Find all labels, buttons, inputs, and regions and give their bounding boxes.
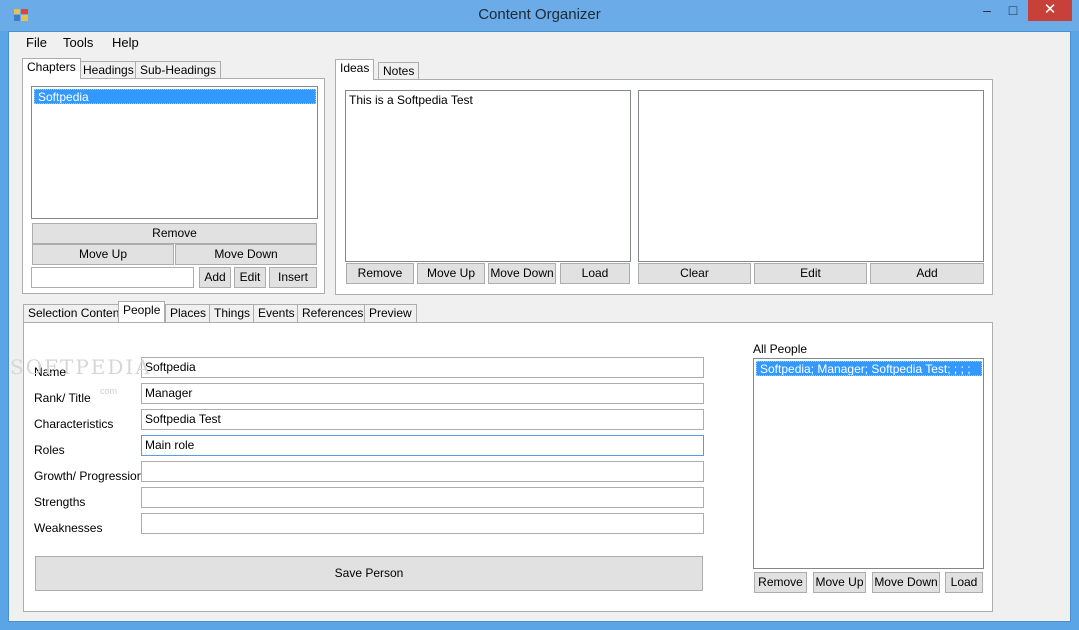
- people-load-button[interactable]: Load: [945, 572, 983, 593]
- tab-ideas[interactable]: Ideas: [335, 59, 375, 80]
- idea-load-button[interactable]: Load: [560, 263, 630, 284]
- maximize-button[interactable]: □: [1000, 0, 1026, 21]
- tab-things[interactable]: Things: [209, 304, 256, 322]
- chapter-move-down-button[interactable]: Move Down: [175, 244, 317, 265]
- characteristics-label: Characteristics: [34, 417, 114, 431]
- all-people-list[interactable]: Softpedia; Manager; Softpedia Test; ; ; …: [753, 358, 984, 569]
- close-button[interactable]: ✕: [1028, 0, 1072, 21]
- menu-bar: File Tools Help: [9, 32, 1072, 54]
- watermark-logo: SOFTPEDIA: [10, 355, 152, 379]
- all-people-heading: All People: [753, 342, 808, 356]
- roles-input[interactable]: Main role: [141, 435, 704, 456]
- idea-clear-button[interactable]: Clear: [638, 263, 751, 284]
- window-title: Content Organizer: [478, 6, 601, 23]
- people-panel: Name Rank/ Title Characteristics Roles G…: [23, 322, 993, 612]
- title-bar[interactable]: Content Organizer – □ ✕: [0, 0, 1079, 31]
- tab-references[interactable]: References: [297, 304, 369, 322]
- ideas-panel: This is a Softpedia Test Remove Move Up …: [335, 79, 993, 295]
- chapter-insert-button[interactable]: Insert: [269, 267, 317, 288]
- list-item[interactable]: Softpedia: [34, 89, 316, 104]
- rank-title-input[interactable]: Manager: [141, 383, 704, 404]
- strengths-input[interactable]: [141, 487, 704, 508]
- characteristics-input[interactable]: Softpedia Test: [141, 409, 704, 430]
- watermark-domain: com: [100, 386, 118, 396]
- list-item[interactable]: Softpedia; Manager; Softpedia Test; ; ; …: [756, 361, 982, 376]
- idea-detail-area[interactable]: [638, 90, 984, 262]
- tab-people[interactable]: People: [118, 301, 166, 322]
- chapter-name-input[interactable]: [31, 267, 194, 288]
- tab-notes[interactable]: Notes: [378, 62, 420, 80]
- people-remove-button[interactable]: Remove: [754, 572, 807, 593]
- ideas-text-area[interactable]: This is a Softpedia Test: [345, 90, 631, 262]
- tab-headings[interactable]: Headings: [78, 61, 139, 79]
- chapter-remove-button[interactable]: Remove: [32, 223, 317, 244]
- idea-remove-button[interactable]: Remove: [346, 263, 414, 284]
- idea-move-down-button[interactable]: Move Down: [488, 263, 556, 284]
- people-move-up-button[interactable]: Move Up: [813, 572, 866, 593]
- save-person-button[interactable]: Save Person: [35, 556, 703, 591]
- menu-tools[interactable]: Tools: [63, 35, 93, 50]
- menu-help[interactable]: Help: [112, 35, 139, 50]
- menu-file[interactable]: File: [26, 35, 47, 50]
- idea-move-up-button[interactable]: Move Up: [417, 263, 485, 284]
- idea-add-button[interactable]: Add: [870, 263, 984, 284]
- chapter-move-up-button[interactable]: Move Up: [32, 244, 174, 265]
- chapters-panel: Softpedia Remove Move Up Move Down Add E…: [22, 78, 325, 294]
- growth-progression-input[interactable]: [141, 461, 704, 482]
- minimize-button[interactable]: –: [974, 0, 1000, 21]
- tab-preview[interactable]: Preview: [364, 304, 417, 322]
- tab-places[interactable]: Places: [165, 304, 212, 322]
- tab-sub-headings[interactable]: Sub-Headings: [135, 61, 222, 79]
- people-move-down-button[interactable]: Move Down: [872, 572, 940, 593]
- weaknesses-label: Weaknesses: [34, 521, 103, 535]
- roles-label: Roles: [34, 443, 65, 457]
- name-input[interactable]: Softpedia: [141, 357, 704, 378]
- rank-title-label: Rank/ Title: [34, 391, 91, 405]
- tab-chapters[interactable]: Chapters: [22, 58, 81, 79]
- main-window: File Tools Help Chapters Headings Sub-He…: [8, 31, 1071, 622]
- tab-events[interactable]: Events: [253, 304, 300, 322]
- idea-edit-button[interactable]: Edit: [754, 263, 867, 284]
- weaknesses-input[interactable]: [141, 513, 704, 534]
- chapter-add-button[interactable]: Add: [199, 267, 231, 288]
- growth-progression-label: Growth/ Progression: [34, 469, 144, 483]
- tab-selection-content[interactable]: Selection Content: [23, 304, 128, 322]
- chapters-list[interactable]: Softpedia: [31, 86, 318, 219]
- strengths-label: Strengths: [34, 495, 86, 509]
- chapter-edit-button[interactable]: Edit: [234, 267, 266, 288]
